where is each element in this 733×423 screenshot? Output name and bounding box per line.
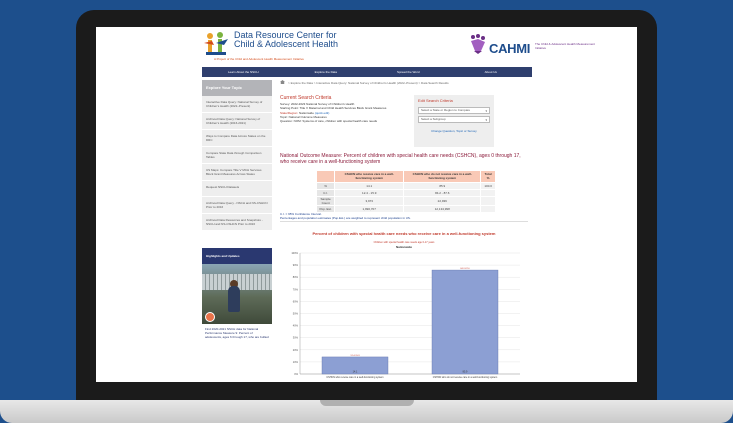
drc-logo-icon[interactable] [202,31,232,59]
criteria-question: Question: NOM: Systems of care, children… [280,119,378,124]
y-tick-label: 0% [294,372,298,376]
sidebar-item-archived-prior-2016[interactable]: Archived Data Query - NSCH and NS-CSHCN … [202,197,272,214]
y-tick-label: 90% [293,263,299,267]
sidebar: Explore Your Topic Interactive Data Quer… [202,80,272,231]
table-notes: C.I. = 95% Confidence Interval. Percenta… [280,212,528,222]
table-header: CSHCN who receive care in a well-functio… [334,170,405,183]
value-label: 14.1 [353,371,358,374]
browser-screen: Data Resource Center for Child & Adolesc… [96,27,637,382]
sidebar-item-interactive-query[interactable]: Interactive Data Query: National Survey … [202,96,272,113]
highlight-badge-icon [205,312,215,322]
table-cell [480,196,496,206]
state-compare-select[interactable]: Select a State or Region to Compare ▾ [418,107,490,114]
breadcrumb: > Explore the Data > Interactive Data Qu… [280,80,449,85]
edit-criteria-title: Edit Search Criteria [418,98,453,103]
table-cell: 3,973 [334,196,405,206]
chevron-down-icon: ▾ [485,118,487,122]
nav-about[interactable]: About Us [450,67,533,77]
drc-title: Data Resource Center for Child & Adolesc… [234,31,338,49]
table-cell: 100.0 [480,182,496,190]
table-cell: 14.1 [334,182,405,190]
chart-title: Percent of children with special health … [312,231,496,236]
y-tick-label: 30% [293,336,299,340]
home-icon[interactable] [280,80,285,84]
highlights-heading: Highlights and Updates [202,248,272,264]
table-cell: C.I. [315,189,336,197]
drc-title-line2: Child & Adolescent Health [234,39,339,49]
sidebar-item-compare-ways[interactable]: Ways to Compare Data Across States on th… [202,130,272,147]
edit-criteria-panel: Edit Search Criteria Select a State or R… [414,95,494,147]
weighted-note: Percentages and population estimates (Po… [280,216,411,220]
chart-bar [431,269,499,375]
nav-spread[interactable]: Spread the Word [367,67,450,77]
y-tick-label: 100% [291,251,298,255]
sidebar-item-archived-query[interactable]: Archived Data Query: National Survey of … [202,113,272,130]
y-tick-label: 80% [293,275,299,279]
y-tick-label: 40% [293,324,299,328]
value-label: 85.9 [463,371,468,374]
photo-person [228,286,240,312]
site-header: Data Resource Center for Child & Adolesc… [96,27,637,67]
table-header: Total % [480,170,496,183]
subgroup-select-label: Select a Subgroup [421,117,446,121]
breadcrumb-path[interactable]: > Explore the Data > Interactive Data Qu… [288,81,449,85]
x-category-label: CSHCN who receive care in a well-functio… [326,376,383,379]
sidebar-item-us-maps[interactable]: US Maps: Compare Title V MCH Services Bl… [202,164,272,181]
criteria-list: Survey: 2022-2023 National Survey of Chi… [280,102,408,123]
y-tick-label: 10% [293,360,299,364]
table-header-row: CSHCN who receive care in a well-functio… [315,170,496,183]
highlights-text[interactable]: Find 2020-2021 NSCH data for National Pe… [202,327,272,339]
sidebar-item-archived-snapshots[interactable]: Archived Data Resources and Snapshots - … [202,214,272,231]
cahmi-wordmark: CAHMI [489,41,531,56]
table-cell [480,189,496,197]
measure-title: National Outcome Measure: Percent of chi… [280,153,521,165]
results-table: CSHCN who receive care in a well-functio… [315,170,496,213]
chevron-down-icon: ▾ [485,109,487,113]
y-tick-label: 70% [293,287,299,291]
laptop-notch [320,400,414,406]
table-cell: 84.2 - 87.6 [403,189,482,197]
subgroup-select[interactable]: Select a Subgroup ▾ [418,116,490,123]
change-question-link[interactable]: Change Question, Topic or Survey [414,129,494,133]
state-select-label: Select a State or Region to Compare [421,108,471,112]
bar-chart: 100% 90% 80% 70% 60% 50% 40% 30% 20% 10% 0% 12.4-15… [291,251,520,379]
criteria-state-value: Nationwide [299,110,314,115]
chart-subtitle: Children with special health care needs … [373,241,435,244]
highlights-photo[interactable] [202,264,272,324]
top-navigation: Learn About the NSCH Explore the Data Sp… [202,67,532,77]
ci-label: 84.2-87.6 [460,268,470,270]
sidebar-item-comparison-tables[interactable]: Compare State Data through Comparison Ta… [202,147,272,164]
y-tick-label: 20% [293,348,299,352]
nav-explore[interactable]: Explore the Data [285,67,368,77]
table-row: Sample Count 3,973 22,939 [315,196,496,206]
y-tick-label: 50% [293,312,299,316]
nav-learn[interactable]: Learn About the NSCH [202,67,285,77]
quick-edit-link[interactable]: (quick edit) [315,111,330,115]
criteria-state-key: State/Region: [280,110,299,115]
table-cell: % [315,182,336,190]
table-row: % 14.1 85.9 100.0 [315,182,496,190]
table-cell: 85.9 [403,182,482,190]
y-tick-label: 60% [293,299,299,303]
drc-subtitle: A Project of the Child and Adolescent He… [214,57,304,61]
table-cell: 12.4 - 15.9 [334,189,405,197]
table-cell: 22,939 [403,196,482,206]
criteria-title: Current Search Criteria [280,95,332,101]
cahmi-logo-icon[interactable] [468,33,488,55]
cahmi-subtitle: The Child & Adolescent Health Measuremen… [535,42,595,50]
table-header [315,170,336,183]
x-category-label: CSHCN who do not receive care in a well-… [433,376,497,379]
table-header: CSHCN who do not receive care in a well-… [403,170,482,183]
sidebar-heading: Explore Your Topic [202,80,272,96]
ci-label: 12.4-15.9 [350,355,360,357]
sidebar-item-request-datasets[interactable]: Request NSCH Datasets [202,181,272,197]
table-cell: Sample Count [315,196,336,206]
table-row: C.I. 12.4 - 15.9 84.2 - 87.6 [315,189,496,197]
